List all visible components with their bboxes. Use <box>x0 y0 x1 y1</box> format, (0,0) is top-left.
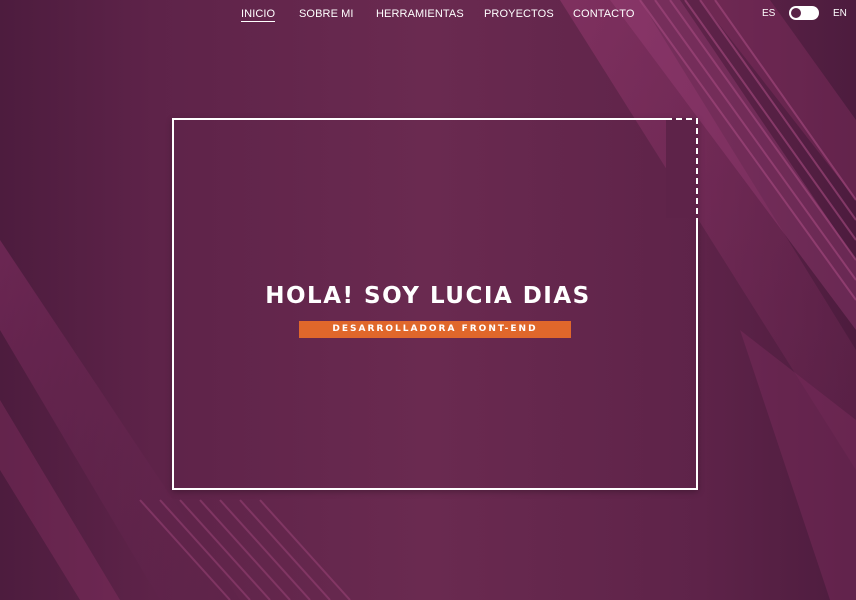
nav-item-inicio[interactable]: INICIO <box>241 8 276 22</box>
language-toggle[interactable] <box>789 6 819 20</box>
nav-item-herramientas[interactable]: HERRAMIENTAS <box>376 8 464 20</box>
top-navigation: INICIO SOBRE MI HERRAMIENTAS PROYECTOS C… <box>0 0 856 28</box>
page: INICIO SOBRE MI HERRAMIENTAS PROYECTOS C… <box>0 0 856 600</box>
nav-item-sobre-mi[interactable]: SOBRE MI <box>299 8 354 20</box>
nav-item-contacto[interactable]: CONTACTO <box>573 8 635 20</box>
language-es-label[interactable]: ES <box>762 8 775 19</box>
language-toggle-knob <box>791 8 801 18</box>
nav-item-proyectos[interactable]: PROYECTOS <box>484 8 554 20</box>
hero-title: HOLA! SOY LUCIA DIAS <box>265 283 591 309</box>
hero-subtitle-badge: DESARROLLADORA FRONT-END <box>299 321 571 338</box>
frame-corner-dashes <box>666 118 698 218</box>
language-en-label[interactable]: EN <box>833 8 847 19</box>
